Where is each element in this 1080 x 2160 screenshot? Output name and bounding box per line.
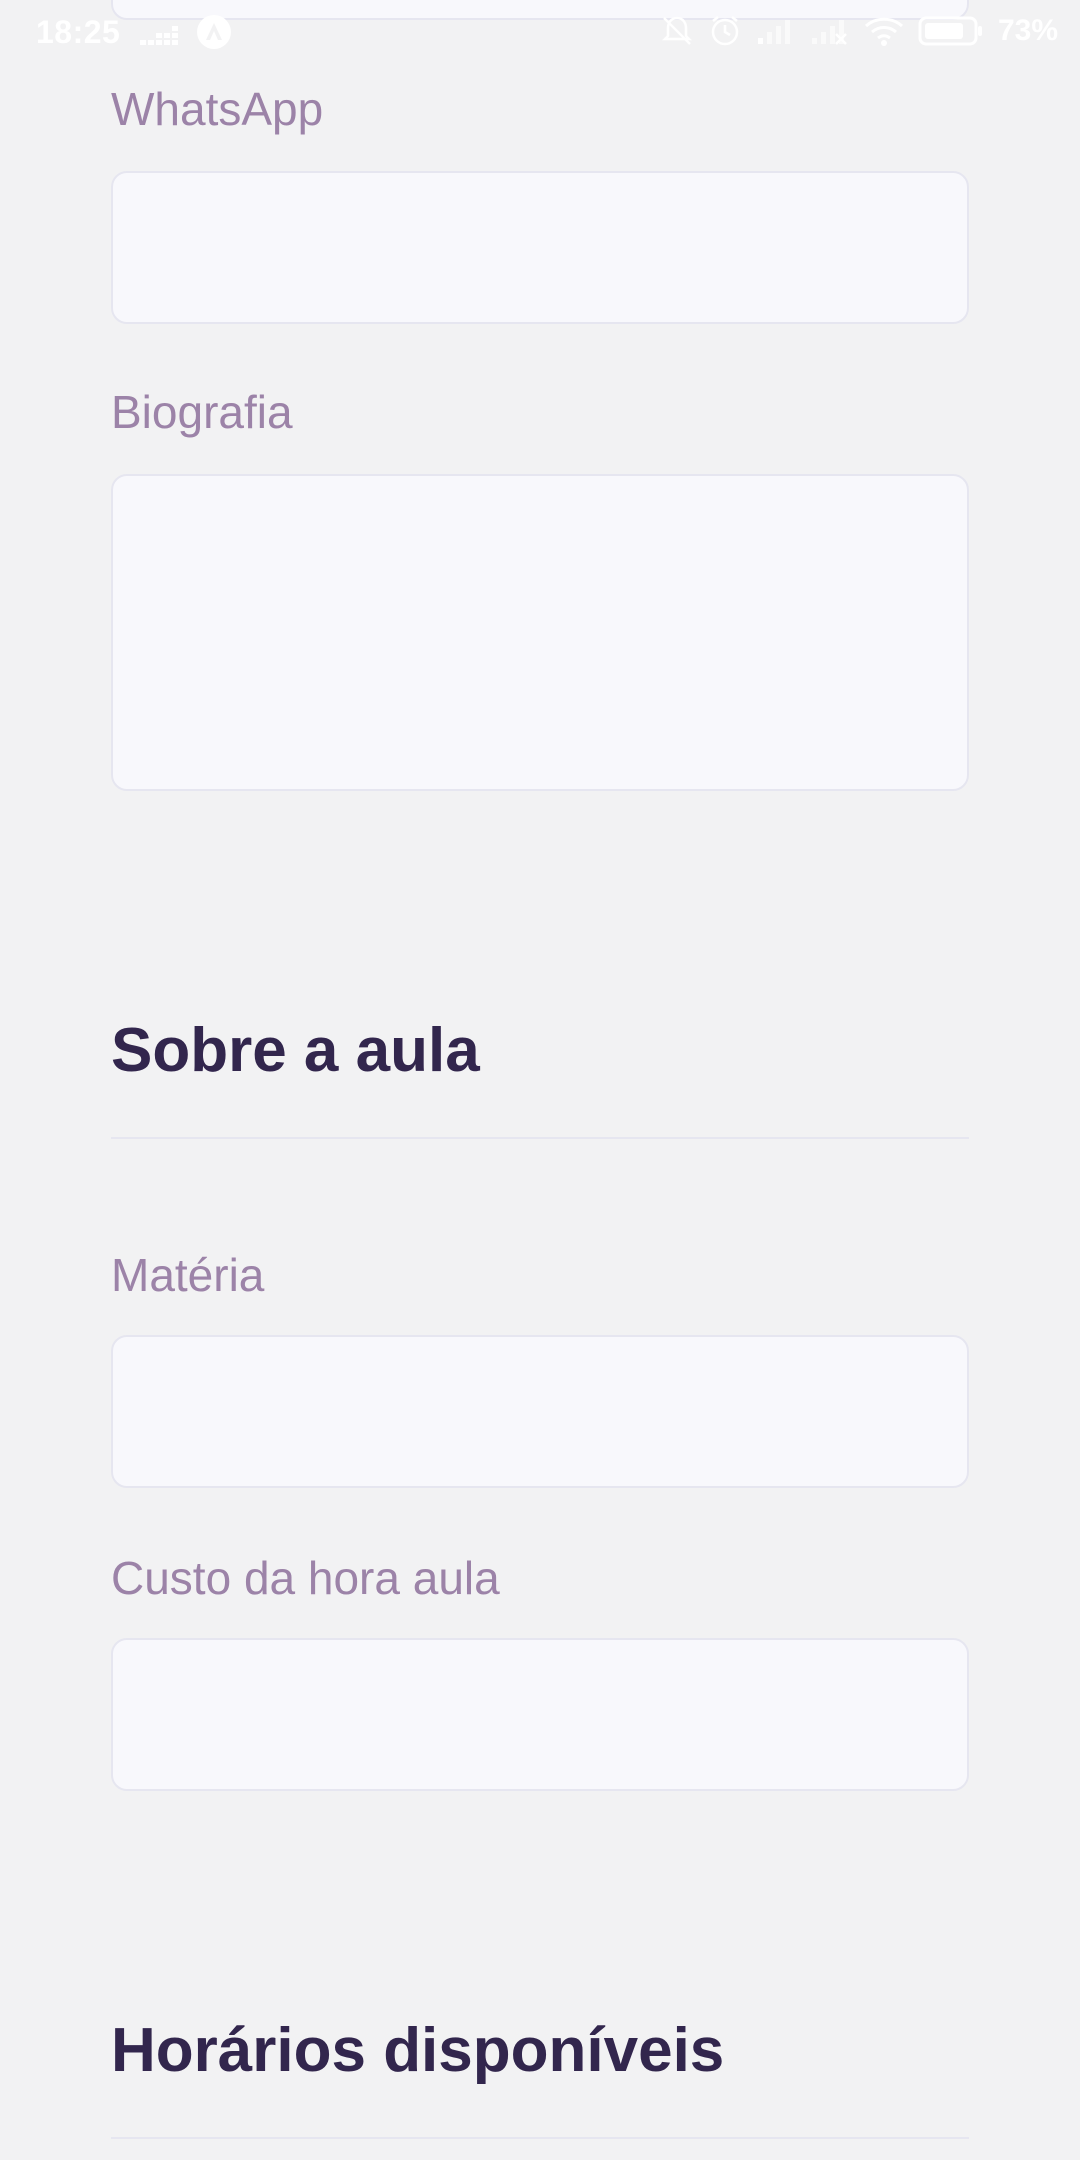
status-bar: 18:25 73% [0, 0, 1080, 64]
deezer-icon [140, 18, 180, 46]
signal-no-service-icon [810, 16, 850, 46]
alarm-icon [708, 14, 742, 48]
screen: 18:25 73% WhatsApp Biografia Sobre a aul… [0, 0, 1080, 2160]
status-left-icons [140, 14, 232, 50]
section-title-horarios: Horários disponíveis [111, 2016, 725, 2085]
battery-icon [918, 15, 984, 47]
signal-icon [756, 16, 796, 46]
bio-label: Biografia [111, 386, 293, 438]
section-title-sobre-a-aula: Sobre a aula [111, 1016, 480, 1085]
subject-input[interactable] [111, 1335, 969, 1488]
battery-percentage: 73% [997, 14, 1058, 47]
bio-textarea[interactable] [111, 474, 969, 791]
subject-label: Matéria [111, 1249, 265, 1301]
section-divider [111, 2137, 969, 2139]
wifi-icon [864, 15, 904, 47]
whatsapp-label: WhatsApp [111, 83, 324, 135]
status-time: 18:25 [36, 14, 121, 50]
whatsapp-input[interactable] [111, 171, 969, 324]
section-divider [111, 1137, 969, 1139]
cost-input[interactable] [111, 1638, 969, 1791]
status-right-icons: 73% [660, 14, 1058, 48]
app-logo-icon [196, 14, 232, 50]
cost-label: Custo da hora aula [111, 1552, 500, 1604]
notifications-off-icon [660, 14, 694, 48]
